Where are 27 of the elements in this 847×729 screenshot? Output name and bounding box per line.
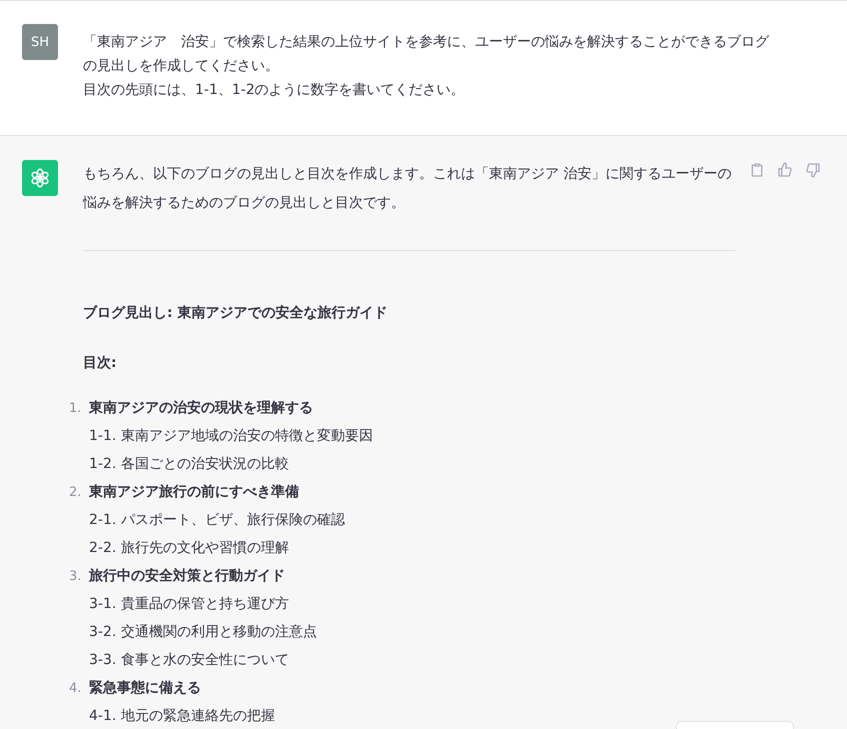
- user-avatar: SH: [22, 24, 58, 60]
- logo-icon: [29, 167, 51, 189]
- section-title: 東南アジアの治安の現状を理解する: [89, 399, 313, 417]
- subsection-item: 4-1. 地元の緊急連絡先の把握: [89, 707, 275, 725]
- subsection-item: 3-1. 貴重品の保管と持ち運び方: [89, 595, 289, 613]
- subsection-item: 3-2. 交通機関の利用と移動の注意点: [89, 623, 317, 641]
- clipboard-icon[interactable]: [749, 162, 765, 178]
- list-number: 1.: [69, 401, 82, 416]
- subsection-item: 2-2. 旅行先の文化や習慣の理解: [89, 539, 289, 557]
- subsection-item: 1-2. 各国ごとの治安状況の比較: [89, 455, 289, 473]
- list-number: 3.: [69, 569, 82, 584]
- thumbs-up-icon[interactable]: [777, 162, 793, 178]
- list-number: 2.: [69, 485, 82, 500]
- message-text: 「東南アジア 治安」で検索した結果の上位サイトを参考に、ユーザーの悩みを解決することができるブログ: [83, 33, 769, 52]
- message-text: 目次の先頭には、1-1、1-2のように数字を書いてください。: [83, 81, 466, 100]
- section-title: 緊急事態に備える: [89, 679, 201, 697]
- list-number: 4.: [69, 681, 82, 696]
- subsection-item: 1-1. 東南アジア地域の治安の特徴と変動要因: [89, 427, 373, 445]
- toc-label: 目次:: [83, 354, 118, 373]
- message-text: もちろん、以下のブログの見出しと目次を作成します。これは「東南アジア 治安」に関するユーザーの悩みを解決するためのブログの見出しと目次です。: [83, 165, 732, 213]
- section-title: 東南アジア旅行の前にすべき準備: [89, 483, 299, 501]
- section-title: 旅行中の安全対策と行動ガイド: [89, 567, 285, 585]
- subsection-item: 2-1. パスポート、ビザ、旅行保険の確認: [89, 511, 345, 529]
- blog-heading: ブログ見出し: 東南アジアでの安全な旅行ガイド: [83, 304, 388, 323]
- thumbs-down-icon[interactable]: [805, 162, 821, 178]
- message-text: の見出しを作成してください。: [83, 57, 280, 76]
- subsection-item: 3-3. 食事と水の安全性について: [89, 651, 289, 669]
